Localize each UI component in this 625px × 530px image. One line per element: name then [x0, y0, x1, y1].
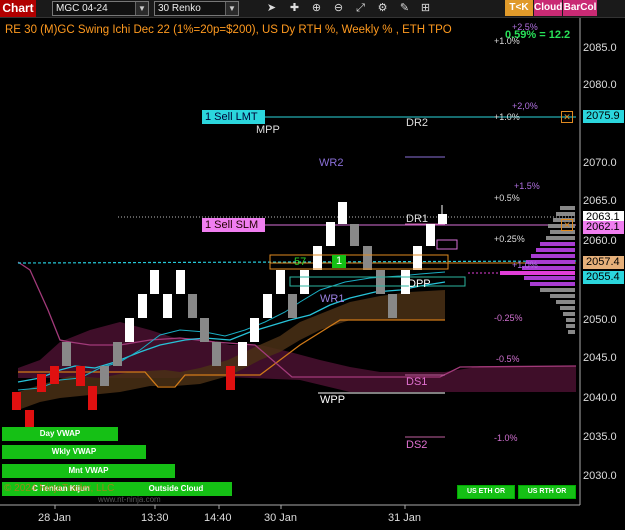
us-rth-or-button[interactable]: US RTH OR: [518, 485, 576, 499]
cancel-order-icon[interactable]: ✕: [561, 219, 573, 231]
interval-selector[interactable]: 30 Renko ▼: [154, 1, 239, 16]
x-axis-ticks: [54, 505, 406, 509]
instrument-value: MGC 04-24: [56, 3, 108, 14]
y-tick-label: 2065.0: [583, 195, 617, 207]
crosshair-icon[interactable]: ✚: [287, 1, 302, 15]
instrument-selector[interactable]: MGC 04-24 ▼: [52, 1, 149, 16]
vwap-price-tag: 2057.4: [583, 256, 624, 269]
pivot-ds2: DS2: [406, 439, 428, 451]
x-tick-label: 13:30: [141, 512, 169, 524]
x-tick-label: 14:40: [204, 512, 232, 524]
pct-label: +0.25%: [494, 234, 525, 244]
pivot-dpp: DPP: [408, 278, 431, 290]
cloud-toggle[interactable]: Cloud: [534, 0, 562, 16]
pivot-mpp: MPP: [256, 124, 280, 136]
plus-icon[interactable]: ⊞: [418, 1, 433, 15]
watermark-url: www.nt-ninja.com: [98, 495, 161, 504]
settings-icon[interactable]: ⚙: [375, 1, 390, 15]
chevron-down-icon: ▼: [225, 2, 238, 15]
x-tick-label: 31 Jan: [388, 512, 422, 524]
y-tick-label: 2080.0: [583, 79, 617, 91]
position-size-badge[interactable]: 1: [332, 255, 346, 268]
pct-label: -0.5%: [496, 354, 520, 364]
zoom-out-icon[interactable]: ⊖: [331, 1, 346, 15]
y-tick-label: 2035.0: [583, 431, 617, 443]
pivot-wpp: WPP: [320, 394, 346, 406]
poc-price-tag: 2055.4: [583, 271, 624, 284]
cursor-icon[interactable]: ➤: [264, 1, 279, 15]
us-eth-or-button[interactable]: US ETH OR: [457, 485, 515, 499]
pivot-wr2: WR2: [319, 157, 344, 169]
y-tick-label: 2070.0: [583, 157, 617, 169]
zoom-in-icon[interactable]: ⊕: [309, 1, 324, 15]
cancel-order-icon[interactable]: ✕: [561, 111, 573, 123]
sell-slm-price-tag: 2062.1: [583, 221, 624, 234]
watermark: © 2024 NinjaTrader, LLC: [4, 483, 115, 494]
position-pnl: 57: [294, 256, 307, 268]
pct-label: -0.25%: [494, 313, 523, 323]
y-tick-label: 2085.0: [583, 42, 617, 54]
pivot-ds1: DS1: [406, 376, 428, 388]
sell-slm-order-label[interactable]: 1 Sell SLM: [202, 218, 265, 232]
y-tick-label: 2040.0: [583, 392, 617, 404]
pct-label: +2,0%: [512, 101, 538, 111]
y-tick-label: 2045.0: [583, 352, 617, 364]
pct-label: +2.5%: [512, 22, 538, 32]
sell-lmt-order-label[interactable]: 1 Sell LMT: [202, 110, 265, 124]
chart-title: RE 30 (M)GC Swing Ichi Dec 22 (1%=20p=$2…: [5, 24, 452, 36]
y-tick-label: 2050.0: [583, 314, 617, 326]
expand-icon[interactable]: ⤢: [353, 1, 368, 15]
chevron-down-icon: ▼: [135, 2, 148, 15]
draw-icon[interactable]: ✎: [397, 1, 412, 15]
pivot-wr1: WR1: [320, 293, 345, 305]
pct-label: +1.0%: [512, 260, 538, 270]
pivot-dr1: DR1: [406, 213, 429, 225]
pct-label: -1.0%: [494, 433, 518, 443]
weekly-vwap-indicator: Wkly VWAP: [2, 445, 146, 459]
x-tick-label: 30 Jan: [264, 512, 298, 524]
y-tick-label: 2060.0: [583, 235, 617, 247]
y-tick-label: 2030.0: [583, 470, 617, 482]
monthly-vwap-indicator: Mnt VWAP: [2, 464, 175, 478]
tenkan-kijun-toggle[interactable]: T<K: [505, 0, 533, 16]
chart-menu-button[interactable]: Chart: [0, 0, 36, 17]
x-tick-label: 28 Jan: [38, 512, 72, 524]
pct-label: +1.5%: [514, 181, 540, 191]
pivot-dr2: DR2: [406, 117, 429, 129]
pct-label: +1.0%: [494, 36, 520, 46]
cloud-position-indicator: Outside Cloud: [120, 482, 232, 496]
barcolor-toggle[interactable]: BarCol: [563, 0, 597, 16]
day-vwap-indicator: Day VWAP: [2, 427, 118, 441]
order-marker: [436, 239, 458, 250]
sell-lmt-price-tag: 2075.9: [583, 110, 624, 123]
chart-toolbar: Chart MGC 04-24 ▼ 30 Renko ▼ ➤ ✚ ⊕ ⊖ ⤢ ⚙…: [0, 0, 625, 18]
pct-label: +1.0%: [494, 112, 520, 122]
pct-label: +0.5%: [494, 193, 520, 203]
interval-value: 30 Renko: [158, 3, 201, 14]
